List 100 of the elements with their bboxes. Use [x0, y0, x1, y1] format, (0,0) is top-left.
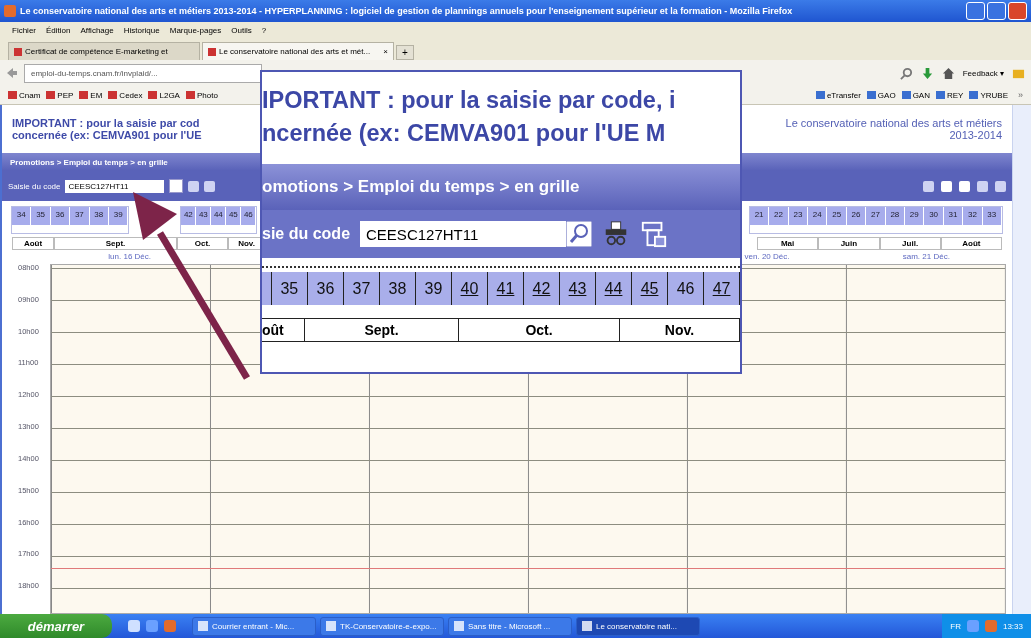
menu-item[interactable]: Affichage: [80, 25, 114, 35]
week-cell[interactable]: 38: [379, 272, 416, 305]
search-button[interactable]: [169, 179, 184, 193]
breadcrumb[interactable]: omotions > Emploi du temps > en grille: [262, 177, 580, 197]
week-cell[interactable]: 28: [885, 207, 906, 225]
bookmark[interactable]: REY: [936, 90, 964, 100]
month-cell: Oct.: [177, 237, 228, 250]
week-cell[interactable]: 36: [50, 207, 71, 225]
week-cell[interactable]: 21: [749, 207, 770, 225]
week-cell[interactable]: 45: [226, 207, 242, 225]
tab[interactable]: Le conservatoire national des arts et mét... ×: [202, 42, 394, 60]
window-title: Le conservatoire national des arts et métiers 2013-2014 - HYPERPLANNING : logiciel de gestion de plannings annuels pour l'enseignement supérieur et la formation - Mozilla Firefox: [20, 6, 794, 16]
week-cell[interactable]: 37: [343, 272, 380, 305]
month-cell: Mai: [757, 237, 819, 250]
taskbar-button[interactable]: Sans titre - Microsoft ...: [448, 616, 572, 636]
home-icon[interactable]: [941, 66, 955, 80]
month-cell: Sept.: [54, 237, 177, 250]
new-tab-button[interactable]: +: [396, 45, 414, 60]
menu-item[interactable]: Outils: [231, 25, 252, 35]
week-cell[interactable]: 33: [982, 207, 1002, 225]
close-tab-button[interactable]: ×: [383, 47, 388, 56]
week-cell[interactable]: 41: [487, 272, 524, 305]
week-cell[interactable]: 40: [451, 272, 488, 305]
week-cell[interactable]: 42: [181, 207, 197, 225]
month-cell: Oct.: [459, 319, 620, 341]
week-cell[interactable]: 25: [827, 207, 847, 225]
back-arrow-icon[interactable]: [6, 67, 18, 79]
week-cell[interactable]: 44: [596, 272, 632, 305]
minimize-button[interactable]: [966, 2, 985, 20]
code-field[interactable]: CEESC127HT11: [65, 179, 165, 193]
bookmark[interactable]: PEP: [46, 90, 74, 100]
bookmark[interactable]: Photo: [185, 90, 218, 100]
bookmark[interactable]: eTransfer: [815, 90, 861, 100]
table-icon[interactable]: [640, 219, 669, 249]
bookmark[interactable]: Cnam: [8, 90, 41, 100]
menu-item[interactable]: Marque-pages: [169, 25, 222, 35]
week-cell[interactable]: 31: [943, 207, 964, 225]
feedback-button[interactable]: Feedback ▾: [962, 68, 1004, 78]
week-cell[interactable]: 44: [211, 207, 227, 225]
week-cell[interactable]: 39: [108, 207, 129, 225]
menu-item[interactable]: Historique: [123, 25, 160, 35]
week-cell[interactable]: [262, 272, 272, 305]
close-button[interactable]: [1008, 2, 1027, 20]
week-cell[interactable]: 46: [241, 207, 257, 225]
week-cell[interactable]: 39: [415, 272, 452, 305]
app-icon: [4, 5, 16, 17]
month-cell: Août: [12, 237, 54, 250]
week-cell[interactable]: 24: [808, 207, 828, 225]
week-cell[interactable]: 43: [196, 207, 212, 225]
bookmark[interactable]: EM: [79, 90, 103, 100]
taskbar-button[interactable]: TK-Conservatoire-e-expo...: [320, 616, 444, 636]
week-cell[interactable]: 46: [668, 272, 705, 305]
bookmark[interactable]: L2GA: [148, 90, 180, 100]
notice-text: IMPORTANT : pour la saisie par cod: [12, 117, 201, 129]
menu-item[interactable]: ?: [261, 25, 267, 35]
week-cell[interactable]: 42: [523, 272, 560, 305]
bookmark[interactable]: Cedex: [108, 90, 143, 100]
bookmark[interactable]: GAN: [901, 90, 930, 100]
week-cell[interactable]: 37: [70, 207, 90, 225]
taskbar-button[interactable]: Le conservatoire nati...: [576, 616, 700, 636]
week-cell[interactable]: 36: [307, 272, 344, 305]
week-cell[interactable]: 35: [31, 207, 51, 225]
maximize-button[interactable]: [987, 2, 1006, 20]
month-cell: Juil.: [879, 237, 941, 250]
week-cell[interactable]: 34: [12, 207, 32, 225]
more-bookmarks-button[interactable]: »: [1018, 90, 1023, 100]
week-cell[interactable]: 27: [866, 207, 886, 225]
week-cell[interactable]: 35: [271, 272, 308, 305]
notice-text: IPORTANT : pour la saisie par code, i: [262, 86, 677, 115]
day-header: lun. 16 Déc.: [107, 251, 152, 263]
notice-text: ncernée (ex: CEMVA901 pour l'UE M: [262, 119, 667, 148]
search-button[interactable]: [566, 221, 593, 247]
tab-icon: [208, 47, 216, 56]
week-cell[interactable]: 22: [769, 207, 789, 225]
week-cell[interactable]: 43: [560, 272, 596, 305]
day-header: ven. 20 Déc.: [743, 251, 791, 263]
address-field[interactable]: emploi-du-temps.cnam.fr/invplaid/...: [24, 63, 262, 83]
month-cell: Sept.: [305, 319, 459, 341]
clock: 13:33: [1002, 621, 1023, 631]
menu-item[interactable]: Édition: [46, 25, 71, 35]
week-cell[interactable]: 32: [963, 207, 983, 225]
search-icon[interactable]: [899, 66, 913, 80]
week-cell[interactable]: 45: [632, 272, 669, 305]
breadcrumb[interactable]: Promotions > Emploi du temps > en grille: [10, 157, 168, 167]
week-cell[interactable]: 47: [704, 272, 740, 305]
week-cell[interactable]: 29: [905, 207, 925, 225]
start-button[interactable]: démarrer: [0, 614, 112, 638]
tab[interactable]: Certificat de compétence E-marketing et: [8, 42, 200, 60]
week-cell[interactable]: 30: [924, 207, 944, 225]
week-cell[interactable]: 38: [89, 207, 109, 225]
code-label: sie du code: [262, 225, 351, 243]
taskbar-button[interactable]: Courrier entrant - Mic...: [192, 616, 316, 636]
menu-item[interactable]: Fichier: [12, 25, 36, 35]
week-cell[interactable]: 23: [788, 207, 809, 225]
bookmark[interactable]: YRUBE: [969, 90, 1008, 100]
tab-icon: [14, 47, 22, 56]
bookmark[interactable]: GAO: [866, 90, 896, 100]
week-cell[interactable]: 26: [846, 207, 867, 225]
scrollbar[interactable]: [1012, 105, 1031, 614]
institution-name: Le conservatoire national des arts et métiers 2013-2014: [784, 117, 1002, 141]
